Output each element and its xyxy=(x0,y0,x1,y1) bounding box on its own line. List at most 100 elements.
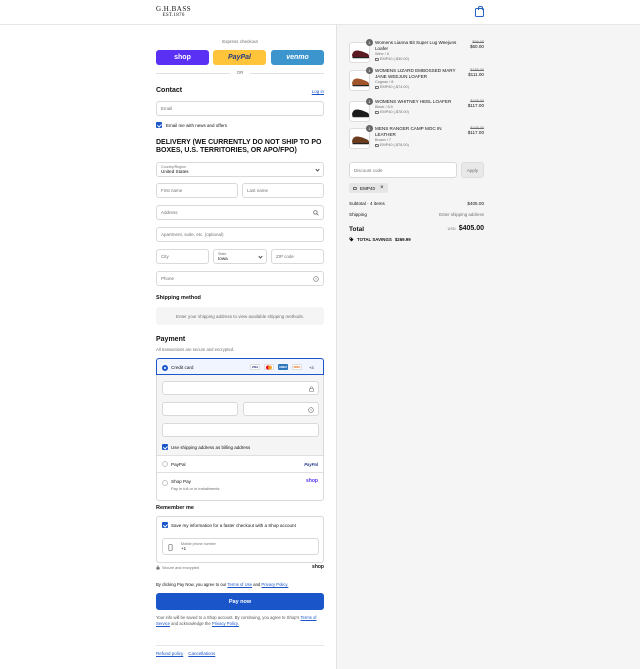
tag-icon xyxy=(375,86,379,90)
help-icon[interactable]: ? xyxy=(308,407,314,413)
product-discount-text: EMP40 (-$78.00) xyxy=(380,110,409,115)
product-info: MENS RANGER CAMP MOC IN LEATHER Brown / 7… xyxy=(375,126,461,148)
credit-card-radio[interactable] xyxy=(162,364,168,371)
email-field[interactable]: Email xyxy=(156,101,324,116)
paypal-option[interactable]: PayPal PayPal xyxy=(157,455,323,472)
save-info-row: Save my information for a faster checkou… xyxy=(162,522,296,528)
discover-icon: DISC xyxy=(292,364,302,370)
quantity-badge: 1 xyxy=(366,67,373,74)
product-discount: EMP40 (-$78.00) xyxy=(375,110,461,115)
shop-account-note: Your info will be saved to a Shop accoun… xyxy=(156,615,324,627)
quantity-badge: 1 xyxy=(366,39,373,46)
newsletter-row: Email me with news and offers xyxy=(156,122,227,128)
brand-logo[interactable]: G.H.BASS EST.1876 xyxy=(156,6,191,19)
address-field[interactable]: Address xyxy=(156,205,324,220)
product-discount: EMP40 (-$78.00) xyxy=(375,143,461,148)
card-number-field[interactable] xyxy=(162,381,319,395)
product-discount: EMP40 (-$74.00) xyxy=(375,85,461,90)
city-field[interactable]: City xyxy=(156,249,209,264)
shop-privacy-policy-link[interactable]: Privacy Policy. xyxy=(212,621,239,626)
phone-field[interactable]: Phone ? xyxy=(156,271,324,286)
express-checkout-label: Express checkout xyxy=(222,39,258,44)
footer-links: Refund policy Cancellations xyxy=(156,651,215,656)
first-name-field[interactable]: First name xyxy=(156,183,238,198)
total-value: $405.00 xyxy=(458,225,484,232)
product-discount: EMP40 (-$30.00) xyxy=(375,57,461,62)
state-value: Iowa xyxy=(218,256,228,261)
discount-code-field[interactable]: Discount code xyxy=(349,162,457,178)
brand-established: EST.1876 xyxy=(162,13,185,18)
tag-icon xyxy=(375,111,379,115)
shopping-bag-icon[interactable] xyxy=(475,6,484,17)
address-placeholder: Address xyxy=(161,210,178,215)
sale-price: $117.00 xyxy=(467,103,484,108)
apartment-field[interactable]: Apartment, suite, etc. (optional) xyxy=(156,227,324,242)
remove-discount-icon[interactable]: × xyxy=(380,185,384,191)
sale-price: $111.00 xyxy=(468,72,484,77)
privacy-policy-link[interactable]: Privacy Policy. xyxy=(261,582,288,587)
shop-pay-option[interactable]: Shop Pay Pay in full or in installments … xyxy=(157,472,323,501)
footer-divider xyxy=(156,645,324,646)
apply-discount-button[interactable]: Apply xyxy=(461,162,484,178)
agreement-prefix: By clicking Pay Now, you agree to our xyxy=(156,582,227,587)
shipping-method-title: Shipping method xyxy=(156,295,201,301)
paypal-button[interactable]: PayPal xyxy=(213,50,266,65)
lock-icon xyxy=(156,565,160,570)
billing-checkbox[interactable] xyxy=(162,444,168,450)
product-discount-text: EMP40 (-$30.00) xyxy=(380,57,409,62)
mobile-phone-icon xyxy=(168,544,173,551)
shop-pay-radio[interactable] xyxy=(162,480,168,486)
zip-field[interactable]: ZIP code xyxy=(271,249,324,264)
newsletter-checkbox[interactable] xyxy=(156,122,162,128)
cart-item: 1 Womens Lianna Bit Super Lug Weejuns Loa… xyxy=(349,39,484,64)
security-code-field[interactable]: ? xyxy=(243,402,319,416)
applied-code: EMP40 xyxy=(360,185,376,191)
sale-price: $60.00 xyxy=(469,44,484,49)
product-name: Womens Lianna Bit Super Lug Weejuns Loaf… xyxy=(375,40,457,52)
mobile-phone-field[interactable]: Mobile phone number +1 xyxy=(162,538,319,555)
venmo-button[interactable]: venmo xyxy=(271,50,324,65)
shop-pay-button[interactable]: shop xyxy=(156,50,209,65)
login-link[interactable]: Log in xyxy=(312,89,324,94)
help-icon[interactable]: ? xyxy=(313,276,319,282)
more-cards-label: +3 xyxy=(309,365,314,370)
state-select[interactable]: State Iowa xyxy=(213,249,267,264)
product-discount-text: EMP40 (-$74.00) xyxy=(380,85,409,90)
payment-subtitle: All transactions are secure and encrypte… xyxy=(156,347,235,352)
mastercard-icon xyxy=(264,364,274,370)
save-info-checkbox[interactable] xyxy=(162,522,168,528)
search-icon xyxy=(313,210,319,216)
sale-price: $117.00 xyxy=(467,130,484,135)
or-label: OR xyxy=(236,70,244,75)
expiration-field[interactable] xyxy=(162,402,238,416)
svg-text:?: ? xyxy=(310,408,312,412)
mobile-phone-label: Mobile phone number xyxy=(181,542,216,546)
contact-title: Contact xyxy=(156,87,183,94)
product-info: Womens Lianna Bit Super Lug Weejuns Loaf… xyxy=(375,40,461,62)
secure-row: Secure and encrypted xyxy=(156,565,199,570)
secure-label: Secure and encrypted xyxy=(162,565,200,570)
subtotal-value: $405.00 xyxy=(467,201,484,206)
credit-card-option[interactable]: Credit card VISA AMEX DISC +3 xyxy=(156,358,324,375)
country-select[interactable]: Country/Region United States xyxy=(156,162,324,177)
refund-policy-link[interactable]: Refund policy xyxy=(156,651,183,656)
country-value: United States xyxy=(161,169,189,174)
product-price: $185.00 $111.00 xyxy=(468,68,484,77)
cart-item: 1 MENS RANGER CAMP MOC IN LEATHER Brown / … xyxy=(349,125,484,150)
tag-icon xyxy=(353,186,357,190)
terms-of-use-link[interactable]: Terms of Use xyxy=(227,582,252,587)
cart-item: 1 WOMENS WHITNEY HEEL LOAFER Black / 8.5 EM… xyxy=(349,98,484,123)
cancellations-link[interactable]: Cancellations xyxy=(188,651,215,656)
or-divider: OR xyxy=(156,70,324,76)
name-on-card-field[interactable] xyxy=(162,423,319,437)
billing-row: Use shipping address as billing address xyxy=(162,444,250,450)
lock-icon xyxy=(309,386,314,392)
last-name-field[interactable]: Last name xyxy=(242,183,324,198)
product-price: $195.00 $117.00 xyxy=(468,126,484,135)
quantity-badge: 1 xyxy=(366,125,373,132)
header: G.H.BASS EST.1876 xyxy=(0,0,640,25)
pay-now-button[interactable]: Pay now xyxy=(156,593,324,610)
product-info: WOMENS WHITNEY HEEL LOAFER Black / 8.5 EMP… xyxy=(375,99,461,115)
paypal-radio[interactable] xyxy=(162,461,168,467)
tag-icon xyxy=(375,144,379,148)
